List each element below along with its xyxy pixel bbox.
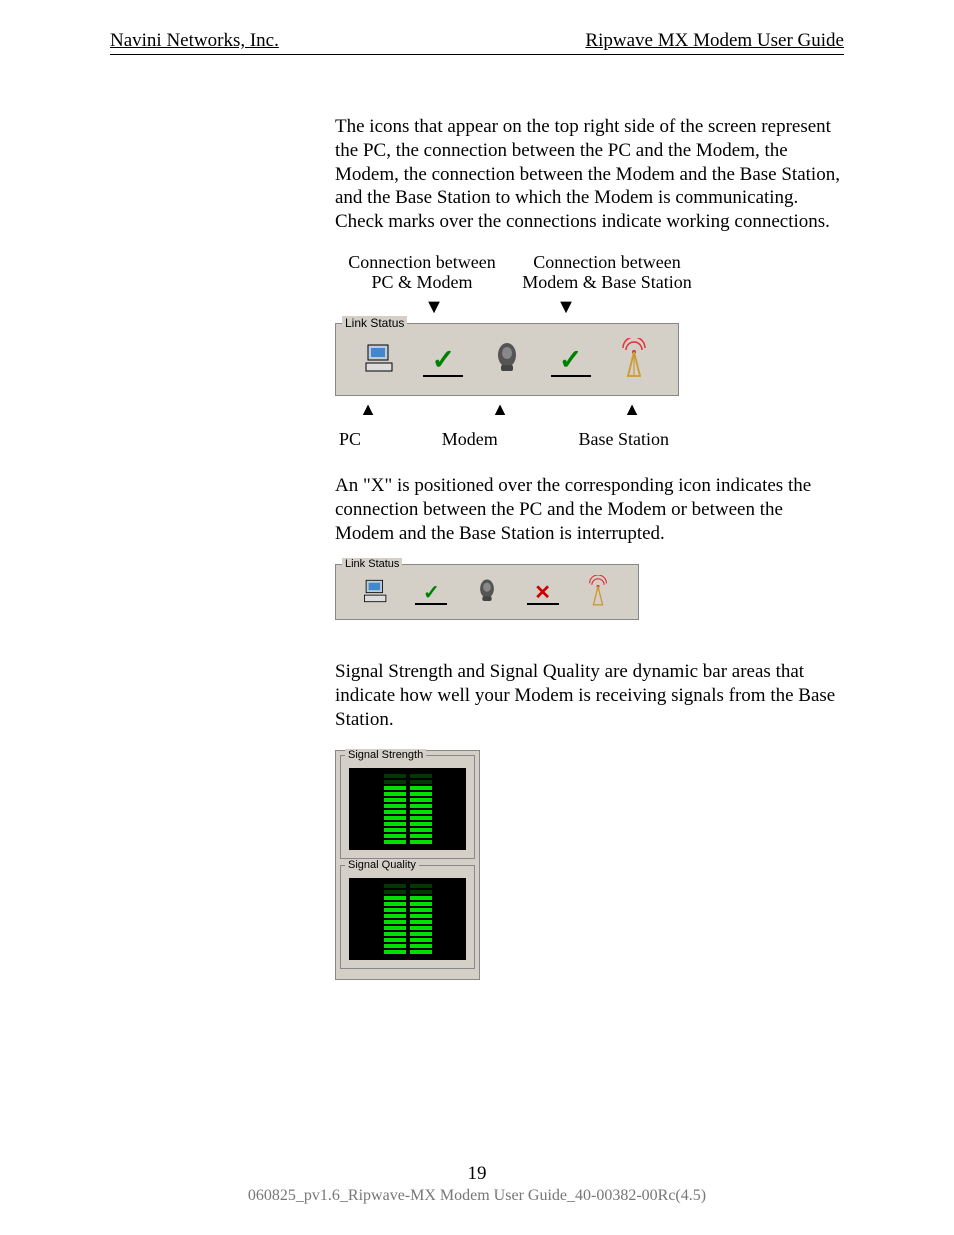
base-station-icon	[570, 575, 626, 614]
connection-modem-bs-ok: ✓	[539, 347, 603, 377]
signal-strength-bars	[349, 768, 466, 850]
paragraph-1: The icons that appear on the top right s…	[335, 115, 844, 234]
signal-panels: Signal Strength Signal Quality	[335, 750, 480, 980]
signal-strength-panel: Signal Strength	[340, 755, 475, 859]
annotation-bs: Base Station	[579, 428, 670, 451]
connection-modem-bs-fail: ✕	[515, 583, 571, 605]
paragraph-2: An "X" is positioned over the correspond…	[335, 474, 844, 545]
arrow-down-icon: ▼	[401, 297, 467, 317]
signal-quality-bars	[349, 878, 466, 960]
annotation-pc-modem: Connection between PC & Modem	[348, 252, 495, 293]
page-number: 19	[0, 1163, 954, 1185]
arrow-up-icon: ▲	[599, 400, 665, 418]
signal-strength-label: Signal Strength	[345, 749, 426, 763]
x-icon: ✕	[515, 583, 571, 603]
annotation-pc: PC	[339, 428, 361, 451]
arrow-up-icon: ▲	[335, 400, 401, 418]
page-header: Navini Networks, Inc. Ripwave MX Modem U…	[110, 30, 844, 55]
header-doc-title: Ripwave MX Modem User Guide	[585, 30, 844, 52]
arrow-up-icon: ▲	[467, 400, 533, 418]
connection-pc-modem-ok: ✓	[412, 347, 476, 377]
pc-icon	[348, 577, 404, 612]
annotation-modem-bs: Connection between Modem & Base Station	[522, 252, 692, 293]
signal-quality-panel: Signal Quality	[340, 865, 475, 969]
annotation-modem: Modem	[442, 428, 498, 451]
modem-icon	[475, 341, 539, 382]
base-station-icon	[602, 338, 666, 385]
arrow-down-icon: ▼	[533, 297, 599, 317]
modem-icon	[459, 577, 515, 612]
diagram-link-status-annotated: Connection between PC & Modem Connection…	[335, 252, 844, 451]
paragraph-3: Signal Strength and Signal Quality are d…	[335, 660, 844, 731]
header-company: Navini Networks, Inc.	[110, 30, 279, 52]
page-footer: 19 060825_pv1.6_Ripwave-MX Modem User Gu…	[0, 1163, 954, 1205]
pc-icon	[348, 341, 412, 382]
link-status-legend: Link Status	[342, 558, 402, 572]
check-icon: ✓	[404, 583, 460, 603]
signal-quality-label: Signal Quality	[345, 859, 419, 873]
check-icon: ✓	[412, 347, 476, 375]
check-icon: ✓	[539, 347, 603, 375]
link-status-panel: Link Status ✓	[335, 323, 679, 396]
link-status-legend: Link Status	[342, 316, 407, 331]
doc-reference: 060825_pv1.6_Ripwave-MX Modem User Guide…	[248, 1187, 706, 1204]
link-status-panel-small: Link Status ✓	[335, 564, 639, 621]
connection-pc-modem-ok: ✓	[404, 583, 460, 605]
diagram-link-status-error: Link Status ✓	[335, 564, 844, 621]
